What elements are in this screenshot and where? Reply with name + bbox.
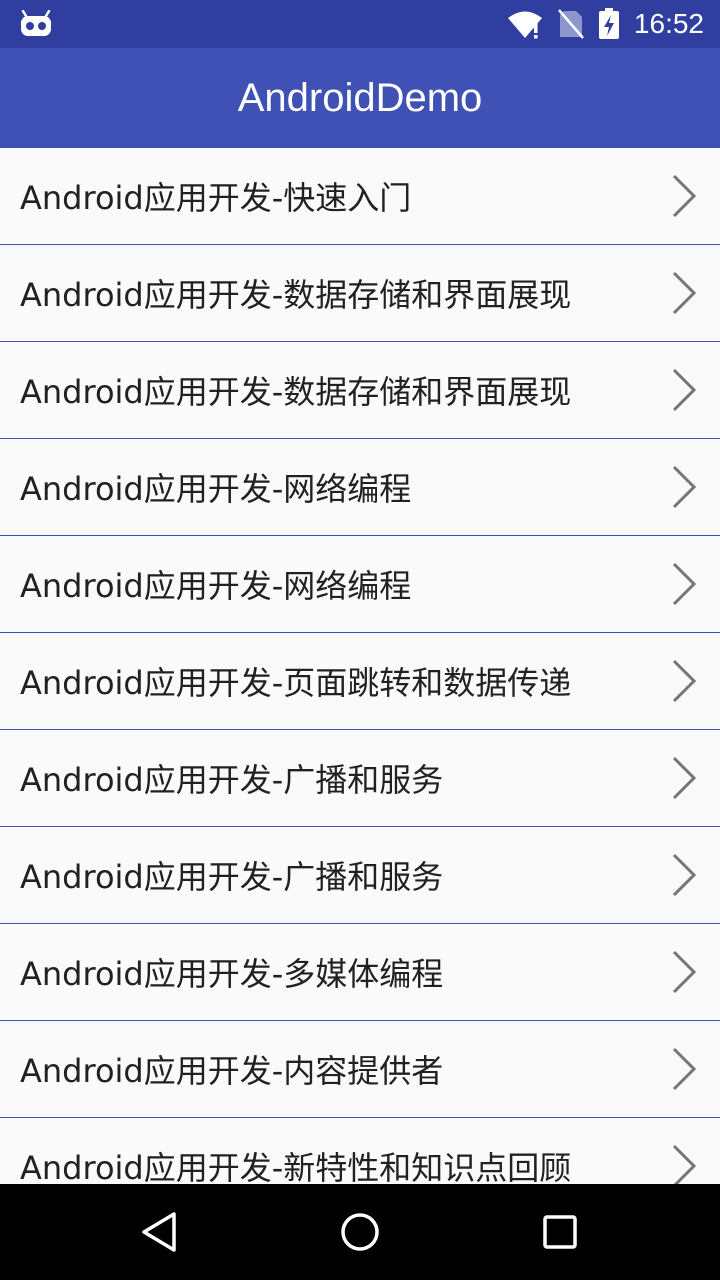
- app-bar: AndroidDemo: [0, 48, 720, 148]
- chevron-right-icon: [672, 1047, 697, 1091]
- list-item[interactable]: Android应用开发-多媒体编程: [0, 924, 720, 1021]
- list-item-label: Android应用开发-网络编程: [20, 470, 412, 508]
- chevron-right-icon: [672, 1144, 697, 1184]
- wifi-icon: [507, 11, 542, 39]
- status-time: 16:52: [633, 8, 704, 39]
- list-item-label: Android应用开发-快速入门: [20, 179, 412, 217]
- list-item-label: Android应用开发-广播和服务: [20, 858, 444, 896]
- chevron-right-icon: [672, 659, 697, 703]
- chevron-right-icon: [672, 174, 697, 218]
- list-item-label: Android应用开发-页面跳转和数据传递: [20, 664, 572, 702]
- list-item-label: Android应用开发-网络编程: [20, 567, 412, 605]
- chevron-right-icon: [672, 465, 697, 509]
- robot-icon: [21, 10, 51, 36]
- chevron-right-icon: [672, 271, 697, 315]
- back-icon[interactable]: [136, 1208, 184, 1256]
- chevron-right-icon: [672, 950, 697, 994]
- list-item-label: Android应用开发-数据存储和界面展现: [20, 373, 572, 411]
- list-item-label: Android应用开发-数据存储和界面展现: [20, 276, 572, 314]
- navigation-bar: [0, 1184, 720, 1280]
- no-sim-icon: [557, 9, 584, 39]
- status-bar: 16:52: [0, 0, 720, 48]
- list-item[interactable]: Android应用开发-网络编程: [0, 536, 720, 633]
- list-item[interactable]: Android应用开发-网络编程: [0, 439, 720, 536]
- list-item[interactable]: Android应用开发-新特性和知识点回顾: [0, 1118, 720, 1184]
- chevron-right-icon: [672, 562, 697, 606]
- course-list[interactable]: Android应用开发-快速入门 Android应用开发-数据存储和界面展现 A…: [0, 148, 720, 1184]
- list-item[interactable]: Android应用开发-广播和服务: [0, 827, 720, 924]
- list-item[interactable]: Android应用开发-数据存储和界面展现: [0, 245, 720, 342]
- list-item[interactable]: Android应用开发-快速入门: [0, 148, 720, 245]
- list-item-label: Android应用开发-内容提供者: [20, 1052, 444, 1090]
- list-item[interactable]: Android应用开发-页面跳转和数据传递: [0, 633, 720, 730]
- list-item-label: Android应用开发-新特性和知识点回顾: [20, 1149, 572, 1184]
- list-item[interactable]: Android应用开发-广播和服务: [0, 730, 720, 827]
- app-title: AndroidDemo: [237, 75, 483, 120]
- home-icon[interactable]: [336, 1208, 384, 1256]
- recents-icon[interactable]: [536, 1208, 584, 1256]
- chevron-right-icon: [672, 756, 697, 800]
- battery-charging-icon: [598, 8, 619, 39]
- list-item-label: Android应用开发-多媒体编程: [20, 955, 444, 993]
- chevron-right-icon: [672, 368, 697, 412]
- chevron-right-icon: [672, 853, 697, 897]
- list-item-label: Android应用开发-广播和服务: [20, 761, 444, 799]
- list-item[interactable]: Android应用开发-内容提供者: [0, 1021, 720, 1118]
- list-item[interactable]: Android应用开发-数据存储和界面展现: [0, 342, 720, 439]
